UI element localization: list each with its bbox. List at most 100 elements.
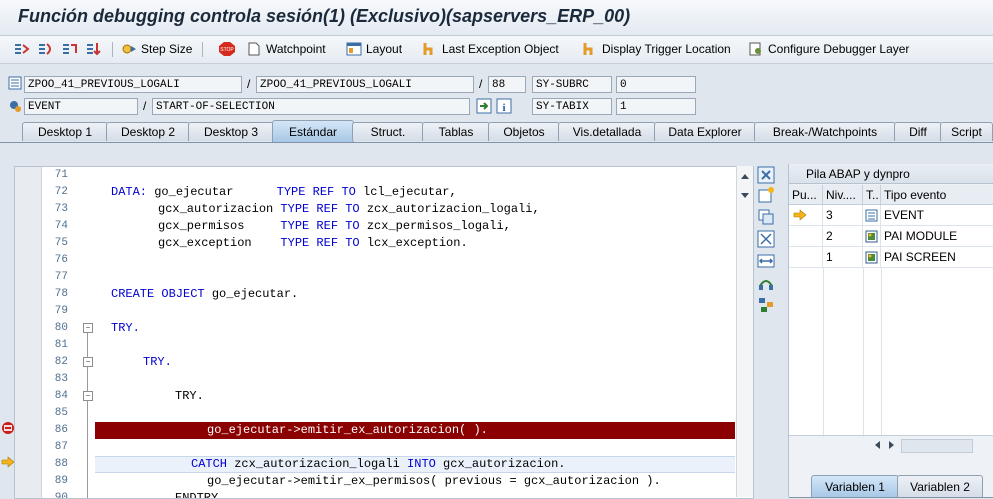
grid-horizontal-scrollbar[interactable] (789, 435, 993, 454)
scroll-down-icon[interactable] (740, 192, 750, 200)
column-header[interactable]: Tipo evento (881, 185, 993, 205)
table-cell[interactable] (863, 247, 881, 268)
maximize-tool-icon[interactable] (757, 230, 775, 248)
event-name-field[interactable]: START-OF-SELECTION (152, 98, 470, 115)
tab-objetos[interactable]: Objetos (488, 122, 560, 141)
keyword: INTO (407, 457, 436, 471)
table-cell[interactable] (789, 247, 823, 268)
step-return-icon[interactable] (62, 40, 78, 58)
code-text: CREATE OBJECT go_ejecutar. (111, 286, 298, 303)
step-over-icon[interactable] (38, 40, 54, 58)
tab-data-explorer[interactable]: Data Explorer (654, 122, 756, 141)
table-cell[interactable] (863, 226, 881, 247)
include-field[interactable]: ZPOO_41_PREVIOUS_LOGALI (256, 76, 474, 93)
table-cell[interactable]: PAI SCREEN (881, 247, 993, 268)
continue-icon[interactable] (86, 40, 102, 58)
new-tool-icon[interactable] (757, 186, 775, 204)
fold-toggle-icon[interactable]: − (83, 391, 93, 401)
last-exception-label: Last Exception Object (442, 42, 559, 56)
panel-title: Pila ABAP y dynpro (789, 164, 993, 184)
breakpoint-icon[interactable] (1, 421, 15, 435)
column-header[interactable]: Niv.... (823, 185, 863, 205)
tab-vis-detallada[interactable]: Vis.detallada (558, 122, 656, 141)
column-header[interactable]: Pu... (789, 185, 823, 205)
table-cell[interactable] (789, 205, 823, 226)
table-cell[interactable]: 1 (823, 247, 863, 268)
resize-tool-icon[interactable] (757, 252, 775, 270)
breakpoint-margin[interactable] (0, 162, 15, 497)
line-number: 90 (54, 492, 68, 499)
table-cell[interactable]: 2 (823, 226, 863, 247)
event-icon (10, 101, 21, 112)
sy-subrc-value[interactable]: 0 (616, 76, 696, 93)
tab-estandar[interactable]: Estándar (272, 120, 354, 142)
close-tool-icon[interactable] (757, 166, 775, 184)
debugger-toolbar: Step Size STOP Watchpoint Layout Last Ex… (0, 36, 993, 64)
table-cell[interactable] (789, 226, 823, 247)
line-number: 79 (54, 305, 68, 317)
tab-desktop-3[interactable]: Desktop 3 (188, 122, 274, 141)
scroll-up-icon[interactable] (740, 172, 750, 180)
watchpoint-button[interactable]: Watchpoint (246, 40, 326, 58)
tab-variablen-1[interactable]: Variablen 1 (811, 475, 899, 497)
tab-script[interactable]: Script (940, 122, 993, 141)
display-trigger-button[interactable]: Display Trigger Location (582, 40, 731, 58)
scroll-thumb[interactable] (901, 439, 973, 453)
sy-tabix-value[interactable]: 1 (616, 98, 696, 115)
services-tool-icon[interactable] (757, 274, 775, 292)
call-stack-grid: Pu... Niv.... T.. Tipo evento 3 EVENT 2 … (789, 185, 993, 454)
breakpoint-line: 86 go_ejecutar->emitir_ex_autorizacion( … (15, 422, 737, 439)
line-number: 89 (54, 475, 68, 487)
tab-break-watchpoints[interactable]: Break-/Watchpoints (754, 122, 896, 141)
step-size-button[interactable]: Step Size (121, 40, 192, 58)
table-cell[interactable] (863, 205, 881, 226)
info-icon[interactable]: i (496, 98, 512, 114)
code-line: 74 gcx_permisos TYPE REF TO zcx_permisos… (15, 218, 737, 235)
line-number-field[interactable]: 88 (488, 76, 526, 93)
scroll-left-icon[interactable] (873, 440, 881, 450)
code-line: 87 (15, 439, 737, 456)
table-cell[interactable]: 3 (823, 205, 863, 226)
line-number: 86 (54, 424, 68, 436)
editor-scrollbar[interactable] (736, 166, 753, 497)
program-field[interactable]: ZPOO_41_PREVIOUS_LOGALI (24, 76, 242, 93)
identifier: ENDTRY. (175, 491, 226, 499)
code-line: 77 (15, 269, 737, 286)
tab-tablas[interactable]: Tablas (422, 122, 490, 141)
svg-text:STOP: STOP (220, 47, 234, 53)
navigate-icon[interactable] (476, 98, 492, 114)
identifier: zcx_permisos_logali, (359, 219, 511, 233)
fold-toggle-icon[interactable]: − (83, 323, 93, 333)
layout-button[interactable]: Layout (346, 40, 402, 58)
last-exception-button[interactable]: Last Exception Object (422, 40, 559, 58)
line-number: 75 (54, 237, 68, 249)
table-cell[interactable]: PAI MODULE (881, 226, 993, 247)
settings-tool-icon[interactable] (757, 296, 775, 314)
source-code-editor[interactable]: 71 72 DATA: go_ejecutar TYPE REF TO lcl_… (14, 166, 754, 499)
scroll-right-icon[interactable] (888, 440, 896, 450)
line-number: 78 (54, 288, 68, 300)
code-text: go_ejecutar->emitir_ex_permisos( previou… (207, 473, 661, 490)
tab-struct[interactable]: Struct. (352, 122, 424, 141)
swap-tool-icon[interactable] (757, 208, 775, 226)
column-header[interactable]: T.. (863, 185, 881, 205)
step-into-icon[interactable] (14, 40, 30, 58)
code-line: 79 (15, 303, 737, 320)
configure-layer-button[interactable]: Configure Debugger Layer (748, 40, 909, 58)
code-line: 84 − TRY. (15, 388, 737, 405)
tab-desktop-2[interactable]: Desktop 2 (106, 122, 190, 141)
tab-variablen-2[interactable]: Variablen 2 (897, 475, 983, 497)
debugger-info-area: ZPOO_41_PREVIOUS_LOGALI / ZPOO_41_PREVIO… (0, 64, 993, 118)
sy-tabix-label: SY-TABIX (532, 98, 612, 115)
identifier: go_ejecutar (147, 185, 277, 199)
table-cell[interactable]: EVENT (881, 205, 993, 226)
code-text: gcx_autorizacion TYPE REF TO zcx_autoriz… (158, 201, 540, 218)
tab-diff[interactable]: Diff (894, 122, 942, 141)
fold-toggle-icon[interactable]: − (83, 357, 93, 367)
code-line: 73 gcx_autorizacion TYPE REF TO zcx_auto… (15, 201, 737, 218)
tab-desktop-1[interactable]: Desktop 1 (22, 122, 108, 141)
line-number: 77 (54, 271, 68, 283)
stop-icon[interactable]: STOP (219, 40, 235, 58)
event-type-field[interactable]: EVENT (24, 98, 138, 115)
identifier: go_ejecutar. (204, 287, 299, 301)
